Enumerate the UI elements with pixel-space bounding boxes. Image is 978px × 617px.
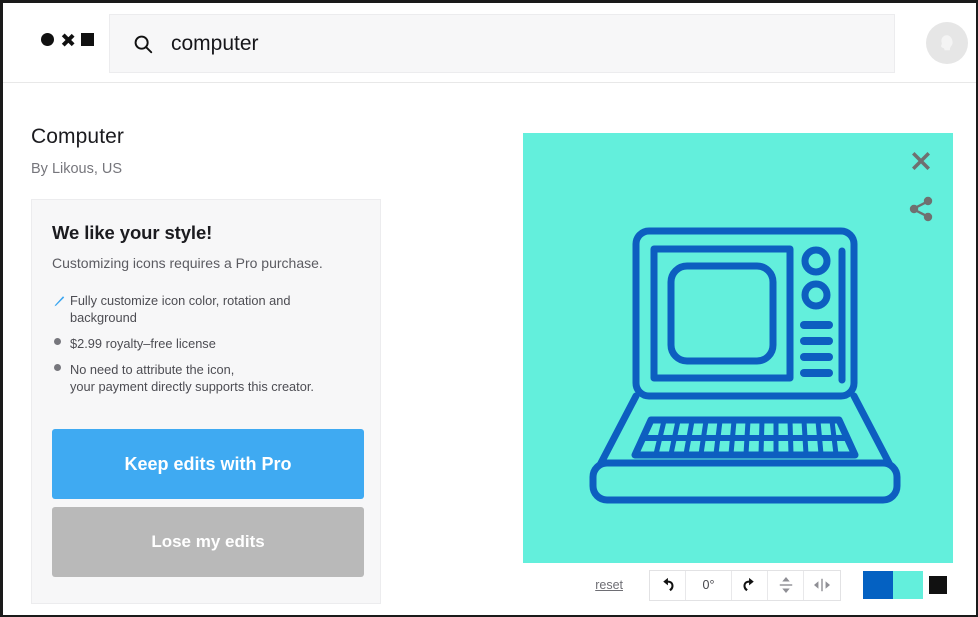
- dot-bullet-icon: [52, 335, 70, 346]
- avatar[interactable]: [926, 22, 968, 64]
- list-item: No need to attribute the icon, your paym…: [52, 361, 360, 395]
- close-icon[interactable]: [905, 145, 937, 177]
- flip-horizontal-button[interactable]: [804, 571, 840, 600]
- site-logo[interactable]: [41, 33, 94, 46]
- pro-benefit-list: Fully customize icon color, rotation and…: [52, 292, 360, 395]
- search-icon: [134, 35, 153, 53]
- pro-benefit-text: Fully customize icon color, rotation and…: [70, 293, 291, 326]
- flip-vertical-icon: [779, 577, 792, 593]
- lose-my-edits-button[interactable]: Lose my edits: [52, 507, 364, 578]
- keep-edits-with-pro-button[interactable]: Keep edits with Pro: [52, 429, 364, 500]
- flip-horizontal-icon: [814, 578, 830, 592]
- page-title: Computer: [31, 125, 125, 148]
- logo-square-icon: [81, 33, 94, 46]
- pen-icon: [52, 292, 70, 308]
- list-item: $2.99 royalty–free license: [52, 335, 360, 352]
- pro-benefit-text: No need to attribute the icon, your paym…: [70, 362, 314, 395]
- pro-upsell-panel: We like your style! Customizing icons re…: [31, 199, 381, 605]
- site-header: [3, 3, 976, 83]
- pen-icon-glyph: [54, 296, 65, 307]
- flip-vertical-button[interactable]: [768, 570, 804, 600]
- dot-bullet-icon: [52, 361, 70, 372]
- logo-x-icon: [61, 33, 74, 46]
- pro-panel-title: We like your style!: [52, 222, 213, 243]
- search-input[interactable]: [171, 31, 851, 56]
- app-window: Computer By Likous, US We like your styl…: [0, 0, 978, 617]
- preview-action-buttons: [905, 145, 937, 225]
- background-color-swatch[interactable]: [893, 571, 923, 599]
- share-icon[interactable]: [905, 193, 937, 225]
- user-avatar-icon: [941, 35, 953, 51]
- search-bar[interactable]: [109, 14, 895, 73]
- icon-color-swatch[interactable]: [863, 571, 893, 599]
- retro-computer-icon: [589, 227, 901, 504]
- rotation-control-group: 0°: [649, 569, 841, 601]
- rotate-right-button[interactable]: [732, 570, 768, 600]
- rotate-right-icon: [743, 577, 754, 591]
- rotate-left-icon: [663, 577, 674, 591]
- icon-preview-canvas[interactable]: [523, 133, 953, 563]
- edit-toolbar: reset 0°: [523, 569, 953, 601]
- transparent-background-swatch[interactable]: [923, 571, 953, 599]
- rotation-value[interactable]: 0°: [686, 570, 732, 600]
- pro-benefit-text: $2.99 royalty–free license: [70, 336, 216, 352]
- color-swatch-group: [863, 571, 953, 599]
- pro-panel-subtitle: Customizing icons requires a Pro purchas…: [52, 255, 323, 271]
- icon-detail-column: Computer By Likous, US We like your styl…: [31, 125, 383, 605]
- logo-circle-icon: [41, 33, 54, 46]
- icon-author: By Likous, US: [31, 161, 123, 177]
- reset-link[interactable]: reset: [595, 578, 623, 592]
- rotate-left-button[interactable]: [650, 570, 686, 600]
- list-item: Fully customize icon color, rotation and…: [52, 292, 360, 326]
- transparent-swatch-inner: [929, 576, 947, 594]
